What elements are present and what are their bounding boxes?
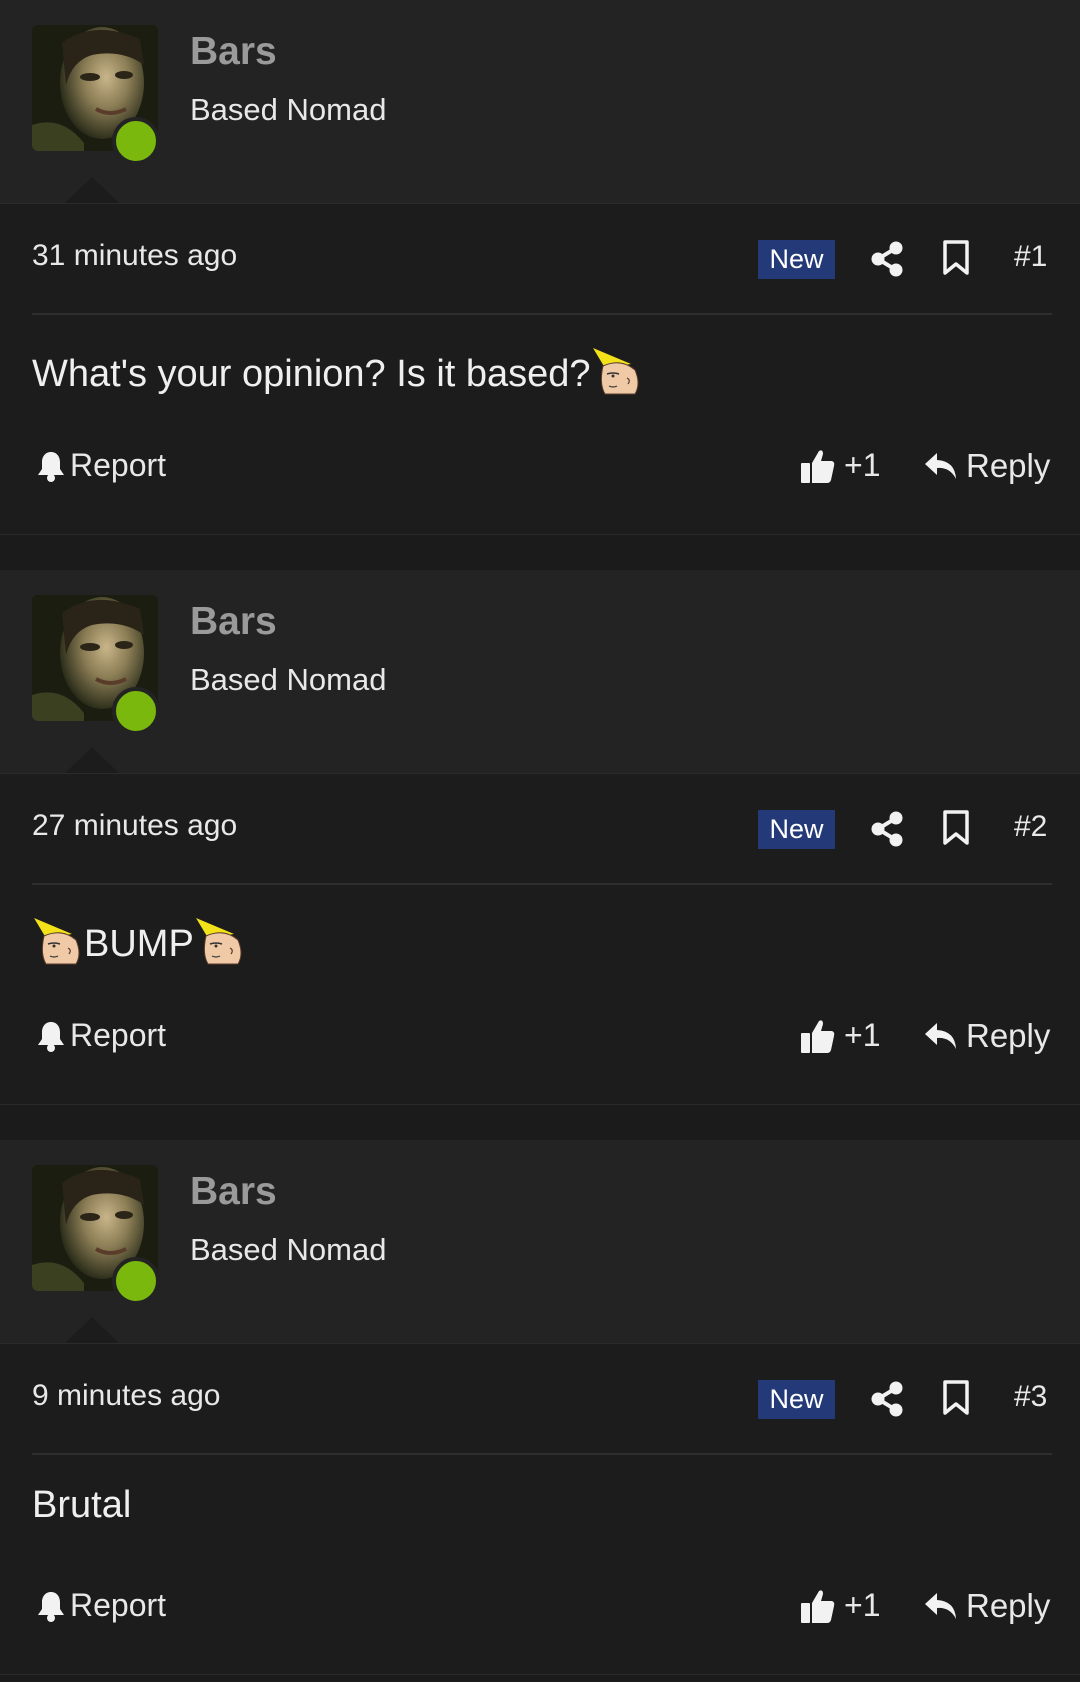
like-count: +1 (844, 1017, 881, 1053)
post-timestamp[interactable]: 27 minutes ago (32, 809, 237, 843)
divider (32, 883, 1052, 885)
post: Bars Based Nomad 9 minutes ago New #3 Br… (0, 1140, 1080, 1682)
like-count: +1 (844, 1587, 881, 1623)
reply-arrow-icon (925, 1023, 956, 1049)
post-permalink-number[interactable]: #3 (1014, 1380, 1047, 1414)
reply-label: Reply (966, 1587, 1051, 1624)
header-pointer (64, 1317, 120, 1344)
report-label: Report (70, 1017, 167, 1053)
online-status-indicator (112, 117, 160, 165)
post-message: Brutal (32, 1484, 131, 1527)
new-badge: New (758, 1380, 835, 1419)
header-pointer (64, 747, 120, 774)
avatar[interactable] (32, 1165, 160, 1305)
like-button[interactable]: +1 (800, 447, 880, 484)
reply-label: Reply (966, 447, 1051, 484)
post-header: Bars Based Nomad (0, 0, 1080, 204)
bookmark-icon[interactable] (942, 1380, 970, 1416)
bookmark-icon[interactable] (942, 240, 970, 276)
thumbs-up-icon (801, 449, 835, 483)
user-title: Based Nomad (190, 662, 387, 697)
avatar[interactable] (32, 25, 160, 165)
divider (32, 1453, 1052, 1455)
reply-label: Reply (966, 1017, 1051, 1054)
bookmark-icon[interactable] (942, 810, 970, 846)
share-icon[interactable] (870, 1381, 904, 1417)
user-title: Based Nomad (190, 92, 387, 127)
like-button[interactable]: +1 (800, 1587, 880, 1624)
thumbs-up-icon (801, 1019, 835, 1053)
post-message-text: BUMP (84, 923, 194, 965)
reply-button[interactable]: Reply (924, 1587, 1050, 1625)
new-badge: New (758, 240, 835, 279)
post-permalink-number[interactable]: #1 (1014, 240, 1047, 274)
post-body: 31 minutes ago New #1 What's your opinio… (0, 203, 1080, 535)
post-message: What's your opinion? Is it based? (32, 344, 643, 396)
avatar[interactable] (32, 595, 160, 735)
post-timestamp[interactable]: 31 minutes ago (32, 239, 237, 273)
report-button[interactable]: Report (36, 1017, 166, 1054)
username[interactable]: Bars (190, 600, 277, 644)
chad-face-emote (592, 348, 639, 395)
post-message-text: Brutal (32, 1484, 132, 1526)
header-pointer (64, 177, 120, 204)
user-title: Based Nomad (190, 1232, 387, 1267)
thumbs-up-icon (801, 1589, 835, 1623)
report-label: Report (70, 1587, 167, 1623)
report-button[interactable]: Report (36, 447, 166, 484)
reply-arrow-icon (925, 1593, 956, 1619)
bell-icon (38, 451, 64, 482)
post-body: 27 minutes ago New #2 BUMP Report +1 Rep… (0, 773, 1080, 1105)
post-message: BUMP (32, 914, 246, 966)
online-status-indicator (112, 1257, 160, 1305)
post-header: Bars Based Nomad (0, 570, 1080, 774)
post-permalink-number[interactable]: #2 (1014, 810, 1047, 844)
share-icon[interactable] (870, 241, 904, 277)
reply-arrow-icon (925, 453, 956, 479)
divider (32, 313, 1052, 315)
chad-face-emote (195, 918, 242, 965)
like-count: +1 (844, 447, 881, 483)
post-timestamp[interactable]: 9 minutes ago (32, 1379, 220, 1413)
chad-face-emote (34, 918, 80, 965)
username[interactable]: Bars (190, 1170, 277, 1214)
reply-button[interactable]: Reply (924, 1017, 1050, 1055)
report-label: Report (70, 447, 167, 483)
post-body: 9 minutes ago New #3 Brutal Report +1 Re… (0, 1343, 1080, 1675)
online-status-indicator (112, 687, 160, 735)
username[interactable]: Bars (190, 30, 277, 74)
post: Bars Based Nomad 31 minutes ago New #1 W… (0, 0, 1080, 542)
bell-icon (38, 1591, 64, 1622)
post-message-text: What's your opinion? Is it based? (32, 353, 591, 395)
post: Bars Based Nomad 27 minutes ago New #2 B… (0, 570, 1080, 1112)
post-header: Bars Based Nomad (0, 1140, 1080, 1344)
new-badge: New (758, 810, 835, 849)
report-button[interactable]: Report (36, 1587, 166, 1624)
like-button[interactable]: +1 (800, 1017, 880, 1054)
reply-button[interactable]: Reply (924, 447, 1050, 485)
share-icon[interactable] (870, 811, 904, 847)
bell-icon (38, 1021, 64, 1052)
